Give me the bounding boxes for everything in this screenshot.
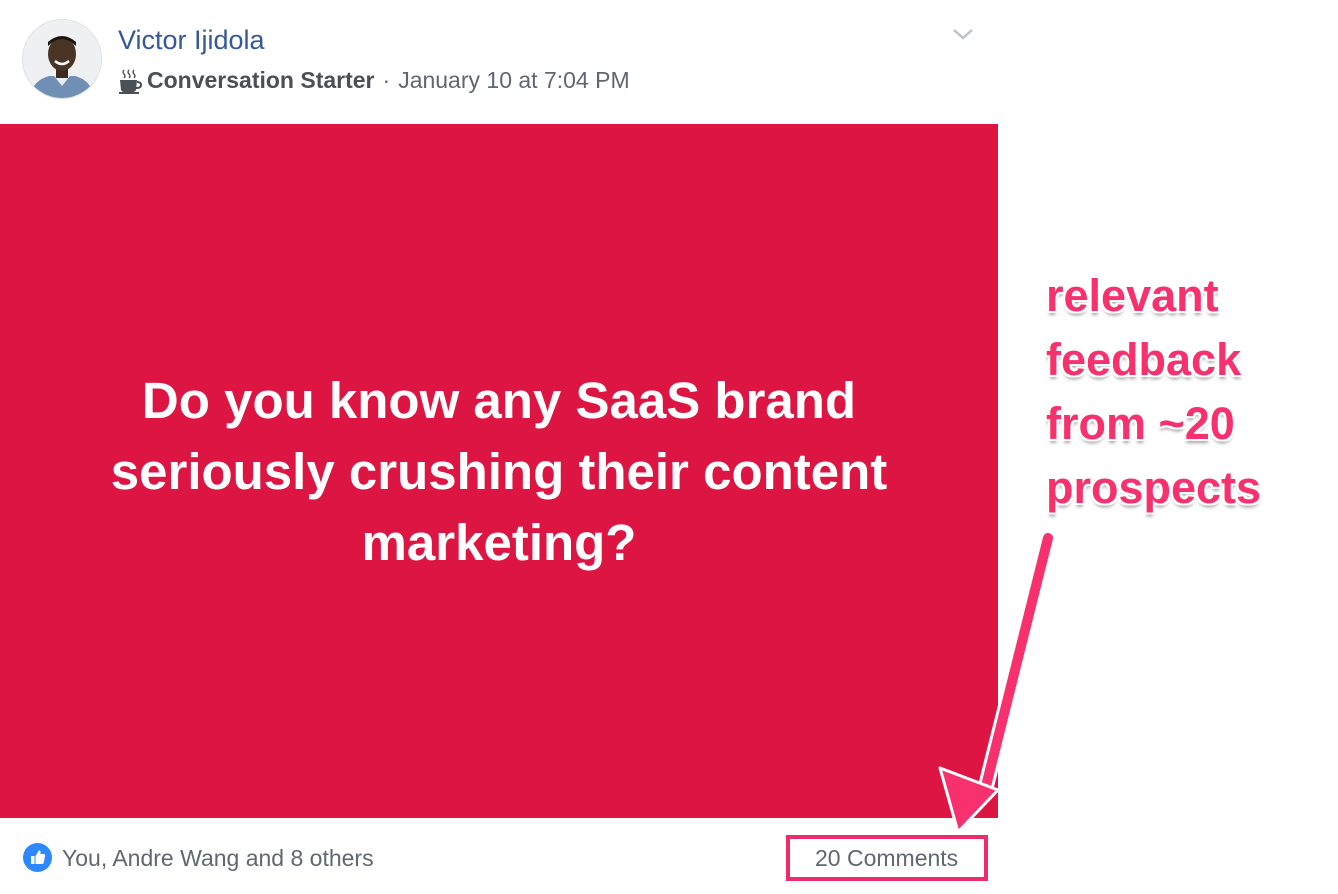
thumbs-up-icon — [23, 843, 52, 872]
coffee-cup-icon — [119, 69, 142, 94]
annotation-text: relevant feedback from ~20 prospects — [1046, 270, 1262, 513]
avatar-photo — [23, 20, 101, 98]
comments-count-link[interactable]: 20 Comments — [815, 845, 958, 872]
post-meta: Conversation Starter · January 10 at 7:0… — [118, 67, 630, 94]
post-text: Do you know any SaaS brand seriously cru… — [0, 124, 998, 818]
chevron-down-icon[interactable] — [950, 24, 976, 44]
post-footer: You, Andre Wang and 8 others 20 Comments — [0, 818, 998, 894]
thumbs-up-glyph — [31, 850, 46, 864]
author-avatar[interactable] — [22, 19, 102, 99]
author-name[interactable]: Victor Ijidola — [118, 25, 265, 56]
post-question: Do you know any SaaS brand seriously cru… — [110, 371, 888, 571]
reactions-summary[interactable]: You, Andre Wang and 8 others — [62, 845, 374, 872]
post-timestamp[interactable]: January 10 at 7:04 PM — [398, 67, 629, 94]
badge-label[interactable]: Conversation Starter — [147, 67, 375, 94]
meta-separator: · — [382, 67, 391, 93]
post-card[interactable]: Do you know any SaaS brand seriously cru… — [0, 124, 998, 818]
post-header: Victor Ijidola Conversation Starter · Ja… — [0, 0, 998, 124]
